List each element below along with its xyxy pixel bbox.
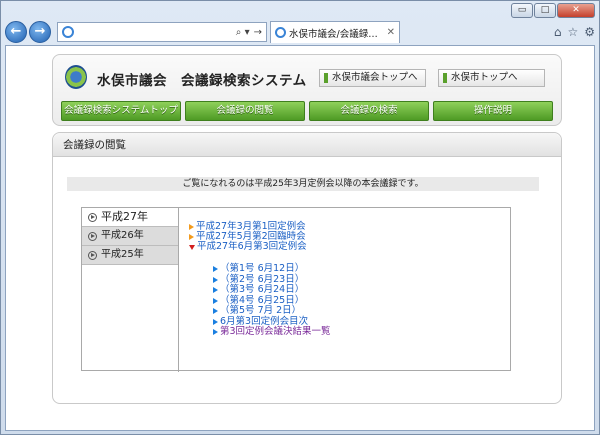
orange-arrow-icon bbox=[189, 224, 194, 230]
meeting-day-list: （第1号 6月12日） （第2号 6月23日） （第3号 6月24日） （第4号… bbox=[213, 263, 331, 338]
blue-arrow-icon bbox=[213, 329, 218, 336]
year-browser: 平成27年 平成26年 平成25年 平成27年3月第1回定例会 平成27年5月第… bbox=[81, 207, 512, 372]
year-label: 平成26年 bbox=[101, 230, 144, 241]
blue-arrow-icon bbox=[213, 266, 218, 273]
red-down-arrow-icon bbox=[189, 244, 195, 250]
results-link[interactable]: 第3回定例会議決結果一覧 bbox=[220, 326, 331, 338]
blue-arrow-icon bbox=[213, 297, 218, 304]
ie-icon bbox=[62, 26, 74, 38]
forward-button[interactable]: → bbox=[29, 21, 51, 43]
home-icon[interactable]: ⌂ bbox=[554, 25, 562, 39]
year-label: 平成27年 bbox=[101, 210, 148, 223]
day-link[interactable]: （第5号 7月 2日） bbox=[220, 305, 301, 317]
orange-arrow-icon bbox=[189, 234, 194, 240]
city-logo-icon bbox=[65, 65, 87, 89]
navigation-bar: ← → ⌕ ▾ → 水俣市議会/会議録検索シ... ✕ ⌂ ☆ ⚙ bbox=[5, 20, 595, 44]
browser-window: ▭ □ ✕ ← → ⌕ ▾ → 水俣市議会/会議録検索シ... ✕ ⌂ ☆ ⚙ … bbox=[0, 0, 600, 435]
ie-tab-icon bbox=[275, 27, 286, 38]
go-arrow-icon[interactable]: → bbox=[254, 27, 262, 38]
city-top-link[interactable]: 水俣市トップへ bbox=[438, 69, 545, 87]
blue-arrow-icon bbox=[213, 308, 218, 315]
maximize-button[interactable]: □ bbox=[534, 3, 556, 18]
menu-help[interactable]: 操作説明 bbox=[433, 101, 553, 121]
year-label: 平成25年 bbox=[101, 249, 144, 260]
menu-system-top[interactable]: 会議録検索システムトップ bbox=[61, 101, 181, 121]
search-icon[interactable]: ⌕ ▾ bbox=[236, 27, 250, 38]
arrow-circle-icon bbox=[88, 231, 97, 241]
site-header: 水俣市議会 会議録検索システム 水俣市議会トップへ 水俣市トップへ 会議録検索シ… bbox=[52, 54, 562, 126]
browser-tab[interactable]: 水俣市議会/会議録検索シ... ✕ bbox=[270, 21, 400, 43]
session-list: 平成27年3月第1回定例会 平成27年5月第2回臨時会 平成27年6月第3回定例… bbox=[189, 222, 307, 252]
day-item[interactable]: （第5号 7月 2日） bbox=[213, 305, 331, 317]
minimize-button[interactable]: ▭ bbox=[511, 3, 533, 18]
menu-browse[interactable]: 会議録の閲覧 bbox=[185, 101, 305, 121]
session-list-area: 平成27年3月第1回定例会 平成27年5月第2回臨時会 平成27年6月第3回定例… bbox=[178, 208, 512, 372]
window-controls: ▭ □ ✕ bbox=[511, 3, 595, 18]
arrow-circle-icon bbox=[88, 212, 97, 222]
close-button[interactable]: ✕ bbox=[557, 3, 595, 18]
address-input[interactable] bbox=[78, 26, 232, 38]
main-menu: 会議録検索システムトップ 会議録の閲覧 会議録の検索 操作説明 bbox=[61, 101, 553, 121]
favorites-star-icon[interactable]: ☆ bbox=[567, 25, 578, 39]
session-link[interactable]: 平成27年6月第3回定例会 bbox=[197, 242, 307, 252]
tab-close-icon[interactable]: ✕ bbox=[387, 27, 395, 38]
content-heading: 会議録の閲覧 bbox=[53, 133, 561, 157]
year-tab-h25[interactable]: 平成25年 bbox=[82, 246, 178, 265]
day-link[interactable]: （第3号 6月24日） bbox=[220, 284, 304, 296]
day-item[interactable]: （第1号 6月12日） bbox=[213, 263, 331, 275]
page-viewport: 水俣市議会 会議録検索システム 水俣市議会トップへ 水俣市トップへ 会議録検索シ… bbox=[5, 45, 595, 431]
site-title: 水俣市議会 会議録検索システム bbox=[97, 73, 307, 89]
content-panel: 会議録の閲覧 ご覧になれるのは平成25年3月定例会以降の本会議録です。 平成27… bbox=[52, 132, 562, 404]
results-item[interactable]: 第3回定例会議決結果一覧 bbox=[213, 326, 331, 338]
toolbar-icons: ⌂ ☆ ⚙ bbox=[554, 25, 595, 39]
arrow-circle-icon bbox=[88, 250, 97, 260]
settings-gear-icon[interactable]: ⚙ bbox=[584, 25, 595, 39]
blue-arrow-icon bbox=[213, 287, 218, 294]
blue-arrow-icon bbox=[213, 276, 218, 283]
back-button[interactable]: ← bbox=[5, 21, 27, 43]
year-tab-h26[interactable]: 平成26年 bbox=[82, 227, 178, 246]
session-item-expanded[interactable]: 平成27年6月第3回定例会 bbox=[189, 242, 307, 252]
year-tab-h27[interactable]: 平成27年 bbox=[82, 208, 178, 227]
notice-text: ご覧になれるのは平成25年3月定例会以降の本会議録です。 bbox=[67, 177, 539, 191]
menu-search[interactable]: 会議録の検索 bbox=[309, 101, 429, 121]
address-bar[interactable]: ⌕ ▾ → bbox=[57, 22, 267, 42]
year-tabs: 平成27年 平成26年 平成25年 bbox=[82, 208, 178, 265]
tab-title: 水俣市議会/会議録検索シ... bbox=[289, 28, 384, 40]
council-top-link[interactable]: 水俣市議会トップへ bbox=[319, 69, 426, 87]
blue-arrow-icon bbox=[213, 318, 218, 325]
day-item[interactable]: （第3号 6月24日） bbox=[213, 284, 331, 296]
day-link[interactable]: （第1号 6月12日） bbox=[220, 263, 304, 275]
